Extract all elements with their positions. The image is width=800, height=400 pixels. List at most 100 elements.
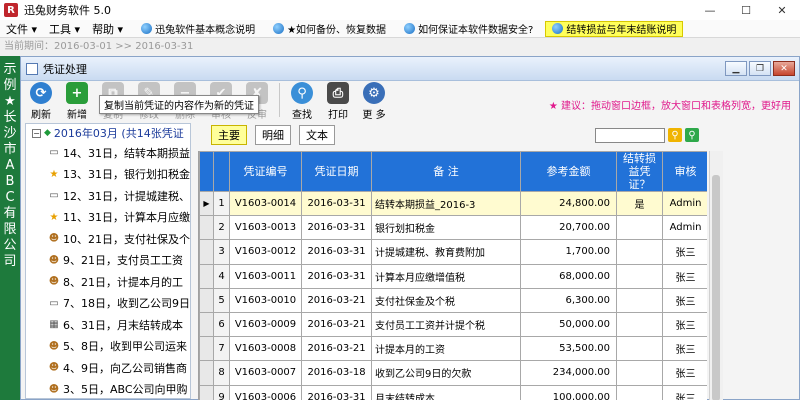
app-logo-icon: R bbox=[4, 3, 18, 17]
child-maximize-icon[interactable]: ❐ bbox=[749, 61, 771, 76]
app-title: 迅兔财务软件 5.0 bbox=[24, 4, 111, 17]
column-header-voucher-no[interactable]: 凭证编号 bbox=[229, 151, 302, 192]
quick-link-concepts[interactable]: 迅兔软件基本概念说明 bbox=[135, 21, 261, 37]
tree-item[interactable]: ▭ 12、31日，计提城建税、 bbox=[26, 185, 190, 207]
minimize-icon[interactable]: — bbox=[692, 0, 728, 20]
refresh-icon: ⟳ bbox=[30, 82, 52, 104]
tab-detail[interactable]: 明细 bbox=[255, 125, 291, 145]
tab-main[interactable]: 主要 bbox=[211, 125, 247, 145]
tree-item[interactable]: ☻ 10、21日，支付社保及个 bbox=[26, 228, 190, 250]
print-icon: ⎙ bbox=[327, 82, 349, 104]
column-header-pointer bbox=[199, 151, 214, 192]
user-icon: ☻ bbox=[48, 233, 60, 245]
voucher-tree: − ◆ 2016年03月 (共14张凭证 ▭ 14、31日，结转本期损益 ★ 13、… bbox=[25, 123, 191, 399]
table-row[interactable]: 3 V1603-0012 2016-03-31 计提城建税、教育费附加 1,70… bbox=[199, 239, 707, 265]
tree-item[interactable]: ▭ 14、31日，结转本期损益 bbox=[26, 142, 190, 164]
tree-root[interactable]: − ◆ 2016年03月 (共14张凭证 bbox=[26, 124, 190, 142]
window-controls: — ☐ ✕ bbox=[692, 0, 800, 20]
voucher-window: 凭证处理 ▁ ❐ ✕ ⟳ 刷新 + 新增 ⧉ 复制 ✎ 修改 − 删除 ✔ 审核… bbox=[20, 56, 800, 400]
help-icon bbox=[404, 23, 416, 34]
column-header-date[interactable]: 凭证日期 bbox=[301, 151, 372, 192]
tree-item[interactable]: ▭ 7、18日，收到乙公司9日 bbox=[26, 293, 190, 315]
user-icon: ☻ bbox=[48, 254, 60, 266]
child-minimize-icon[interactable]: ▁ bbox=[725, 61, 747, 76]
table-header-row: 凭证编号 凭证日期 备 注 参考金额 结转损益凭证？ 审核 bbox=[199, 151, 707, 192]
user-icon: ☻ bbox=[48, 362, 60, 374]
print-button[interactable]: ⎙ 打印 bbox=[322, 81, 354, 121]
tree-item[interactable]: ★ 13、31日，银行划扣税金 bbox=[26, 164, 190, 186]
add-button[interactable]: + 新增 bbox=[61, 81, 93, 121]
quick-link-security[interactable]: 如何保证本软件数据安全? bbox=[398, 21, 539, 37]
view-tabs: 主要 明细 文本 bbox=[211, 125, 335, 145]
table-row[interactable]: ▶ 1 V1603-0014 2016-03-31 结转本期损益_2016-3 … bbox=[199, 190, 707, 217]
voucher-window-titlebar: 凭证处理 ▁ ❐ ✕ bbox=[21, 57, 799, 81]
copy-tooltip: 复制当前凭证的内容作为新的凭证 bbox=[99, 95, 259, 114]
row-pointer-icon: ▶ bbox=[199, 190, 214, 217]
scrollbar-thumb[interactable] bbox=[712, 175, 720, 400]
column-header-approver[interactable]: 审核 bbox=[662, 151, 707, 192]
menu-help[interactable]: 帮助 ▾ bbox=[86, 21, 129, 37]
doc-icon: ▭ bbox=[49, 297, 59, 309]
menu-tools[interactable]: 工具 ▾ bbox=[43, 21, 86, 37]
maximize-icon[interactable]: ☐ bbox=[728, 0, 764, 20]
grid-icon: ▦ bbox=[49, 319, 59, 331]
user-icon: ☻ bbox=[48, 383, 60, 395]
refresh-button[interactable]: ⟳ 刷新 bbox=[25, 81, 57, 121]
user-icon: ☻ bbox=[48, 276, 60, 288]
usage-tip: ★ 建议：拖动窗口边框，放大窗口和表格列宽，更好用 bbox=[548, 101, 791, 112]
tree-item[interactable]: ☻ 4、9日，向乙公司销售商 bbox=[26, 357, 190, 379]
search-input[interactable] bbox=[595, 128, 665, 143]
star-icon: ★ bbox=[49, 211, 59, 223]
table-row[interactable]: 9 V1603-0006 2016-03-31 月末结转成本 100,000.0… bbox=[199, 384, 707, 400]
collapse-icon[interactable]: − bbox=[32, 128, 41, 138]
help-icon bbox=[141, 23, 153, 34]
tree-item[interactable]: ☻ 9、21日，支付员工工资 bbox=[26, 250, 190, 272]
close-icon[interactable]: ✕ bbox=[764, 0, 800, 20]
tree-item[interactable]: ☻ 3、5日，ABC公司向甲购 bbox=[26, 379, 190, 399]
diamond-icon: ◆ bbox=[44, 128, 51, 138]
table-scrollbar[interactable] bbox=[709, 151, 723, 400]
help-icon bbox=[273, 23, 285, 34]
voucher-table: 凭证编号 凭证日期 备 注 参考金额 结转损益凭证？ 审核 ▶ 1 V1603-… bbox=[198, 151, 707, 400]
help-icon bbox=[552, 23, 564, 34]
doc-icon: ▭ bbox=[49, 147, 59, 159]
voucher-window-title: 凭证处理 bbox=[43, 62, 87, 76]
toolbar-separator bbox=[279, 83, 280, 117]
tree-item[interactable]: ★ 11、31日，计算本月应缴 bbox=[26, 207, 190, 229]
column-header-amount[interactable]: 参考金额 bbox=[520, 151, 617, 192]
table-row[interactable]: 5 V1603-0010 2016-03-21 支付社保金及个税 6,300.0… bbox=[199, 287, 707, 313]
column-header-index bbox=[213, 151, 230, 192]
app-titlebar: R 迅兔财务软件 5.0 — ☐ ✕ bbox=[0, 0, 800, 20]
table-row[interactable]: 7 V1603-0008 2016-03-21 计提本月的工资 53,500.0… bbox=[199, 336, 707, 362]
child-close-icon[interactable]: ✕ bbox=[773, 61, 795, 76]
window-icon bbox=[26, 62, 38, 75]
period-label: 当前期间：2016-03-01 >> 2016-03-31 bbox=[0, 38, 800, 56]
search-icon: ⚲ bbox=[291, 82, 313, 104]
menubar: 文件 ▾ 工具 ▾ 帮助 ▾ 迅兔软件基本概念说明 ★如何备份、恢复数据 如何保… bbox=[0, 20, 800, 38]
table-row[interactable]: 8 V1603-0007 2016-03-18 收到乙公司9日的欠款 234,0… bbox=[199, 360, 707, 386]
quick-link-closing[interactable]: 结转损益与年末结账说明 bbox=[545, 20, 684, 37]
star-icon: ★ bbox=[49, 168, 59, 180]
tree-item[interactable]: ☻ 5、8日，收到甲公司运来 bbox=[26, 336, 190, 358]
user-icon: ☻ bbox=[48, 340, 60, 352]
table-row[interactable]: 2 V1603-0013 2016-03-31 银行划扣税金 20,700.00… bbox=[199, 215, 707, 241]
quick-link-backup[interactable]: ★如何备份、恢复数据 bbox=[267, 21, 392, 37]
tree-item[interactable]: ☻ 8、21日，计提本月的工 bbox=[26, 271, 190, 293]
table-row[interactable]: 4 V1603-0011 2016-03-31 计算本月应缴增值税 68,000… bbox=[199, 263, 707, 289]
company-name-vertical: 示 例 ★ 长 沙 市 A B C 有 限 公 司 bbox=[0, 56, 20, 400]
search-advanced-icon[interactable]: ⚲ bbox=[685, 128, 699, 142]
search-go-icon[interactable]: ⚲ bbox=[668, 128, 682, 142]
add-icon: + bbox=[66, 82, 88, 104]
menu-file[interactable]: 文件 ▾ bbox=[0, 21, 43, 37]
search-button[interactable]: ⚲ 查找 bbox=[286, 81, 318, 121]
column-header-memo[interactable]: 备 注 bbox=[371, 151, 521, 192]
column-header-closing[interactable]: 结转损益凭证？ bbox=[616, 151, 663, 192]
table-row[interactable]: 6 V1603-0009 2016-03-21 支付员工工资并计提个税 50,0… bbox=[199, 311, 707, 338]
more-button[interactable]: ⚙ 更 多 bbox=[358, 81, 390, 121]
child-window-controls: ▁ ❐ ✕ bbox=[725, 61, 795, 76]
tree-item[interactable]: ▦ 6、31日，月末结转成本 bbox=[26, 314, 190, 336]
doc-icon: ▭ bbox=[49, 190, 59, 202]
tab-text[interactable]: 文本 bbox=[299, 125, 335, 145]
gear-icon: ⚙ bbox=[363, 82, 385, 104]
toolbar: ⟳ 刷新 + 新增 ⧉ 复制 ✎ 修改 − 删除 ✔ 审核 ✘ 反审 ⚲ 查找 … bbox=[21, 81, 799, 121]
